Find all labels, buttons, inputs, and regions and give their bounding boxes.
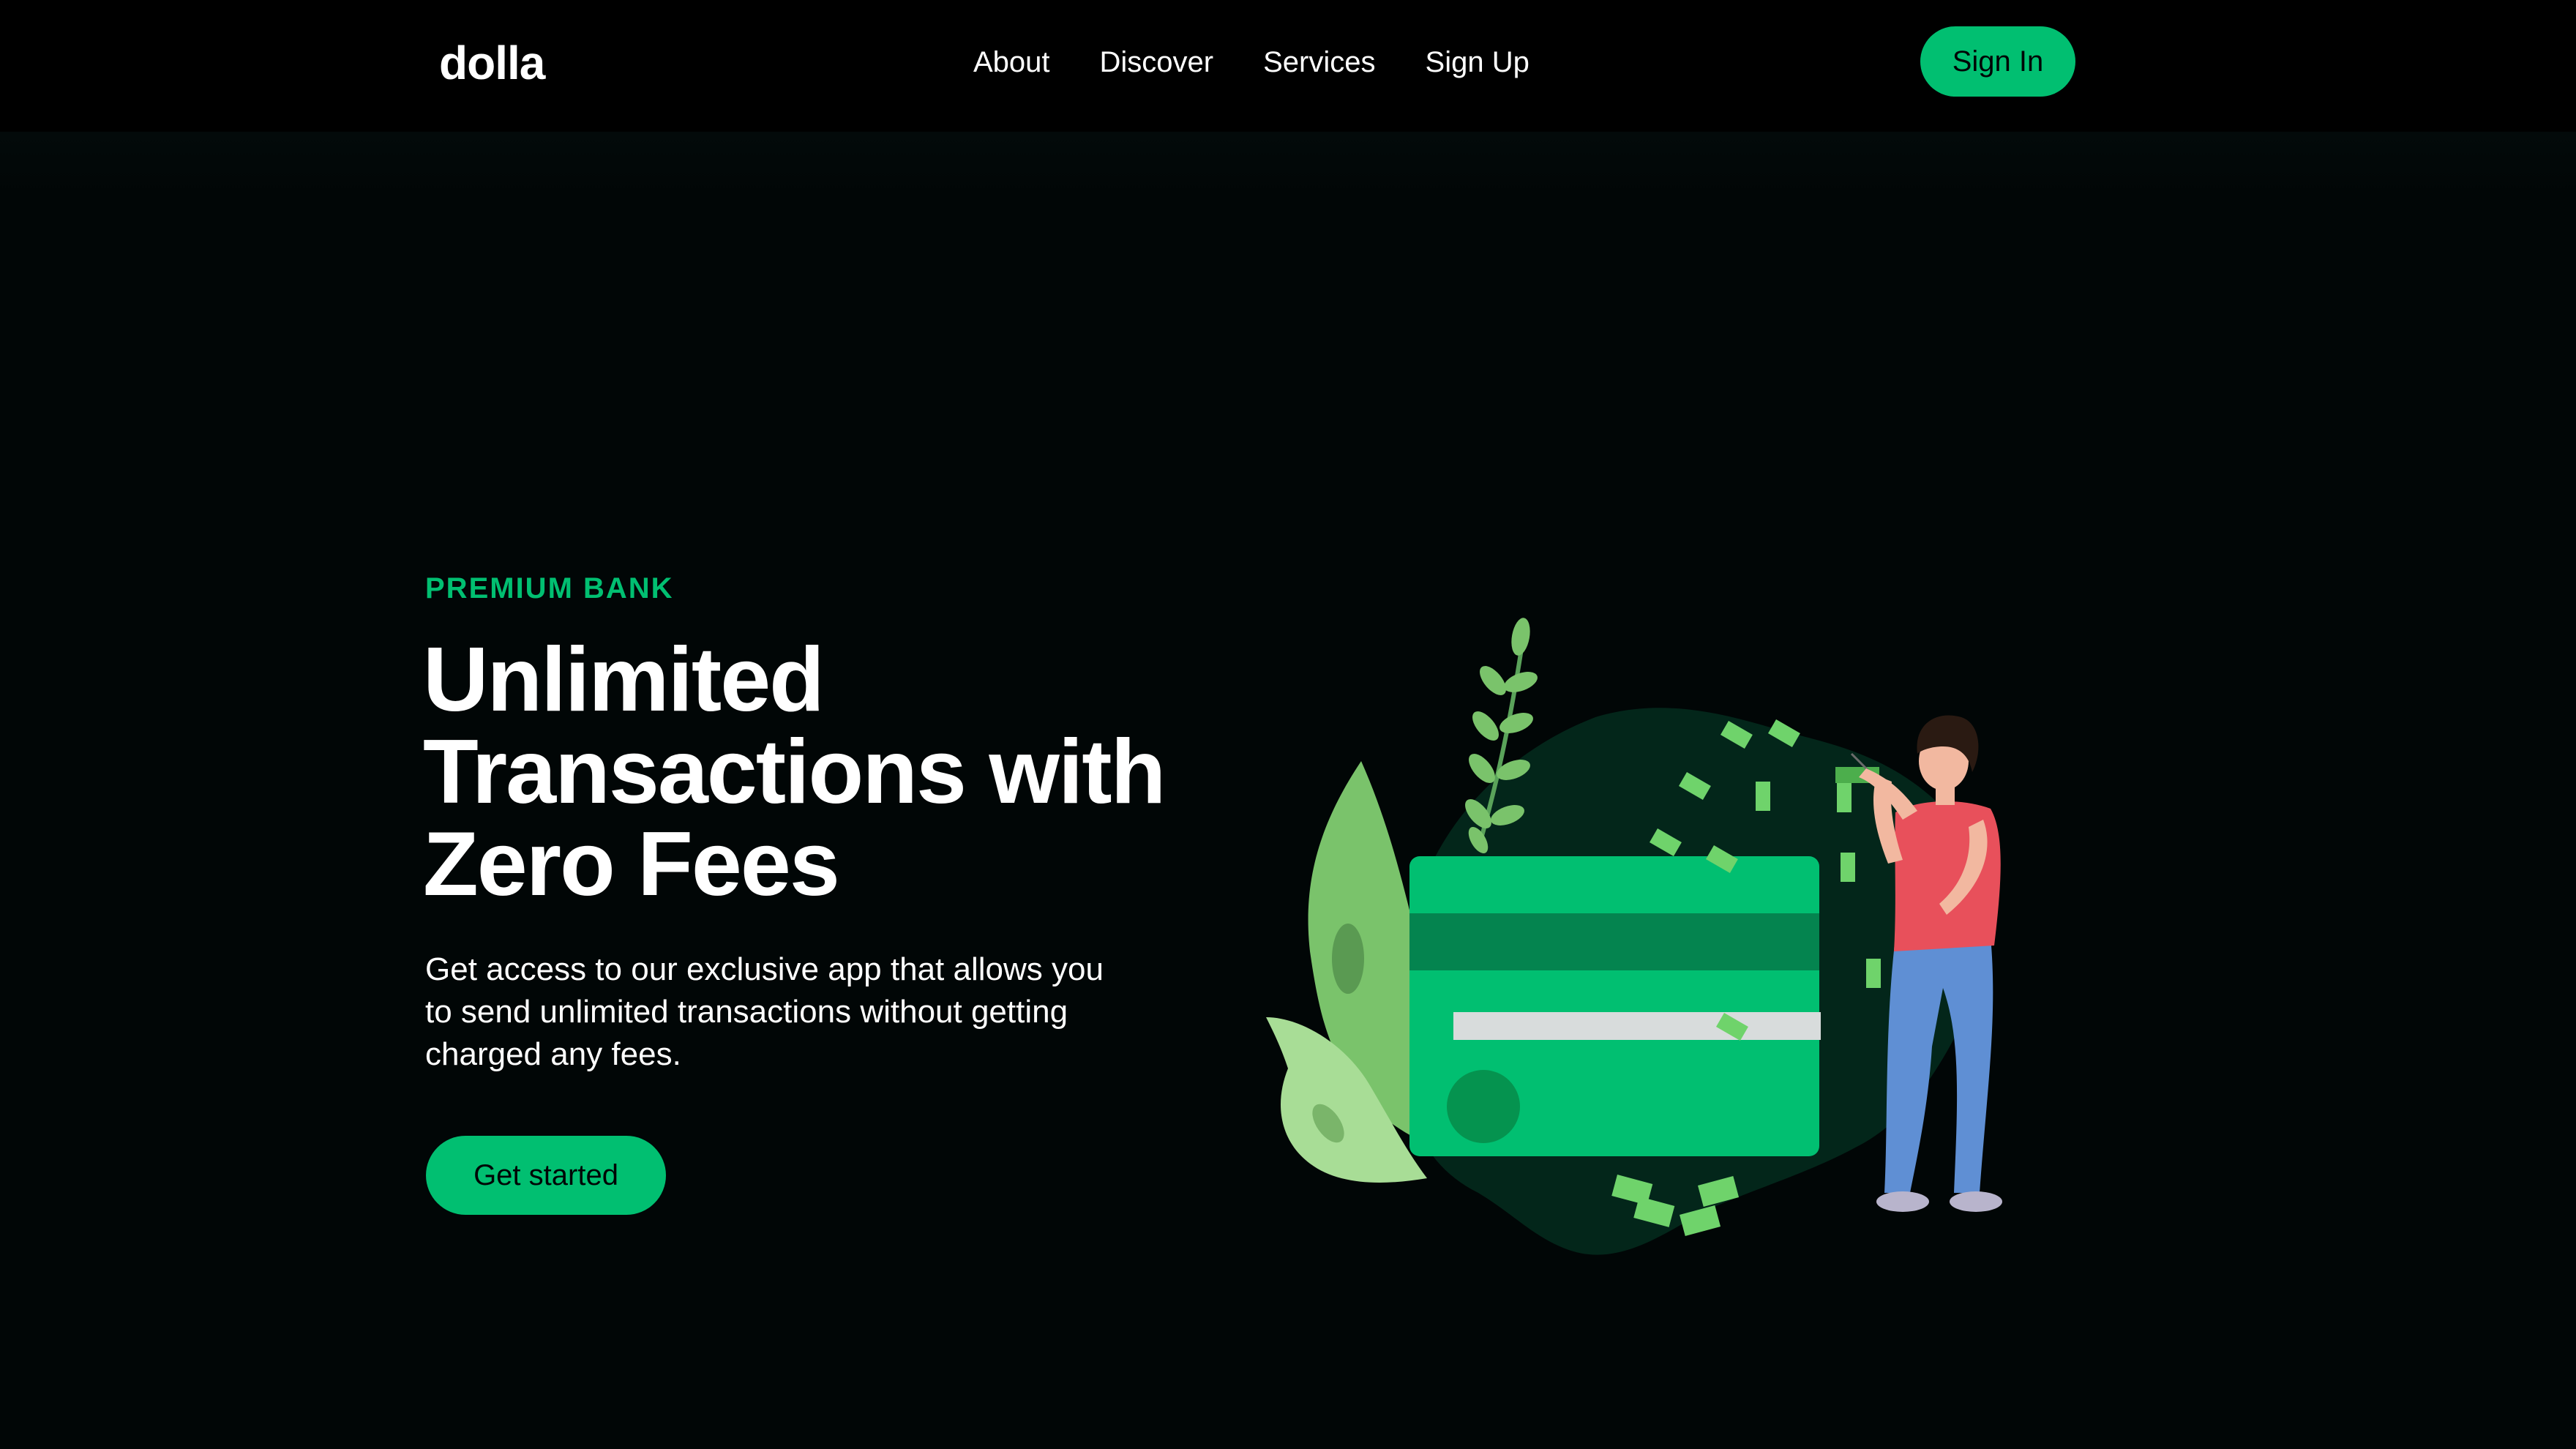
hero-headline: Unlimited Transactions with Zero Fees	[423, 629, 1166, 915]
get-started-button[interactable]: Get started	[426, 1136, 666, 1215]
logo[interactable]: dolla	[439, 26, 545, 100]
right-shoe	[1950, 1191, 2002, 1212]
navbar-divider	[0, 132, 2576, 198]
hero-description: Get access to our exclusive app that all…	[425, 951, 1104, 1072]
navbar: dolla About Discover Services Sign Up Si…	[0, 0, 2576, 132]
nav-menu: About Discover Services Sign Up	[973, 29, 1530, 95]
card-stripe	[1409, 913, 1819, 970]
sign-in-button[interactable]: Sign In	[1920, 26, 2075, 97]
credit-card-person-illustration	[1266, 618, 2002, 1255]
nav-item-about[interactable]: About	[973, 46, 1050, 79]
nav-item-discover[interactable]: Discover	[1100, 46, 1214, 79]
nav-item-signup[interactable]: Sign Up	[1426, 46, 1530, 79]
nav-item-services[interactable]: Services	[1263, 46, 1375, 79]
page: dolla About Discover Services Sign Up Si…	[0, 0, 2576, 1449]
left-shoe	[1876, 1191, 1929, 1212]
leaf-spot	[1332, 924, 1364, 994]
hero-kicker: PREMIUM BANK	[425, 572, 674, 604]
card-chip	[1447, 1070, 1520, 1143]
card-signature-bar	[1453, 1012, 1821, 1040]
